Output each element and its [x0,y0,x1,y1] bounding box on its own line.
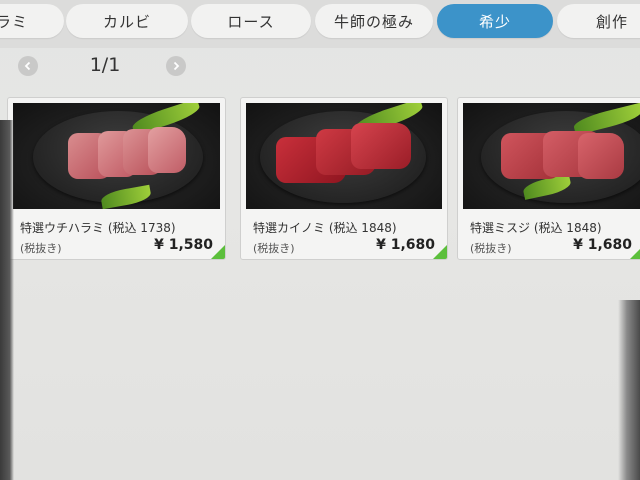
product-price: ¥ 1,680 [573,237,632,253]
tab-kiwami[interactable]: 牛師の極み [315,4,433,38]
screen-bezel [618,300,640,480]
corner-mark [433,245,447,259]
tab-sousaku[interactable]: 創作 [557,4,640,38]
product-photo [463,103,640,209]
category-tab-bar: ラミ カルビ ロース 牛師の極み 希少 創作 [0,0,640,48]
pager: 1/1 [0,48,640,88]
product-price: ¥ 1,680 [376,237,435,253]
product-name: 特選カイノミ (税込 1848) [253,221,397,235]
tab-karubi[interactable]: カルビ [66,4,188,38]
meat-slice [578,133,624,179]
tab-label: カルビ [102,12,151,31]
tab-rare[interactable]: 希少 [437,4,553,38]
tab-label: 希少 [478,12,511,31]
product-name: 特選ウチハラミ (税込 1738) [20,221,176,235]
chevron-left-icon[interactable] [18,56,38,76]
product-card-kainomi[interactable]: 特選カイノミ (税込 1848) (税抜き) ¥ 1,680 [240,97,448,260]
tab-label: ラミ [0,12,28,31]
tab-label: 創作 [595,12,628,31]
screen-bezel [0,120,14,480]
meat-slice [351,123,411,169]
page-indicator: 1/1 [89,54,121,76]
tab-rosu[interactable]: ロース [191,4,311,38]
product-photo [246,103,442,209]
product-price: ¥ 1,580 [154,237,213,253]
chevron-right-icon[interactable] [166,56,186,76]
meat-slice [148,127,186,173]
order-screen: ラミ カルビ ロース 牛師の極み 希少 創作 1/1 特選ウチハラミ (税込 1… [0,0,640,480]
product-card-uchiharami[interactable]: 特選ウチハラミ (税込 1738) (税抜き) ¥ 1,580 [7,97,226,260]
product-photo [13,103,220,209]
product-card-misuji[interactable]: 特選ミスジ (税込 1848) (税抜き) ¥ 1,680 [457,97,640,260]
tab-harami[interactable]: ラミ [0,4,64,38]
tax-note: (税抜き) [470,242,512,255]
tax-note: (税抜き) [253,242,295,255]
product-name: 特選ミスジ (税込 1848) [470,221,602,235]
tax-note: (税抜き) [20,242,62,255]
tab-label: ロース [227,12,275,31]
corner-mark [630,245,640,259]
corner-mark [211,245,225,259]
tab-label: 牛師の極み [333,12,414,31]
